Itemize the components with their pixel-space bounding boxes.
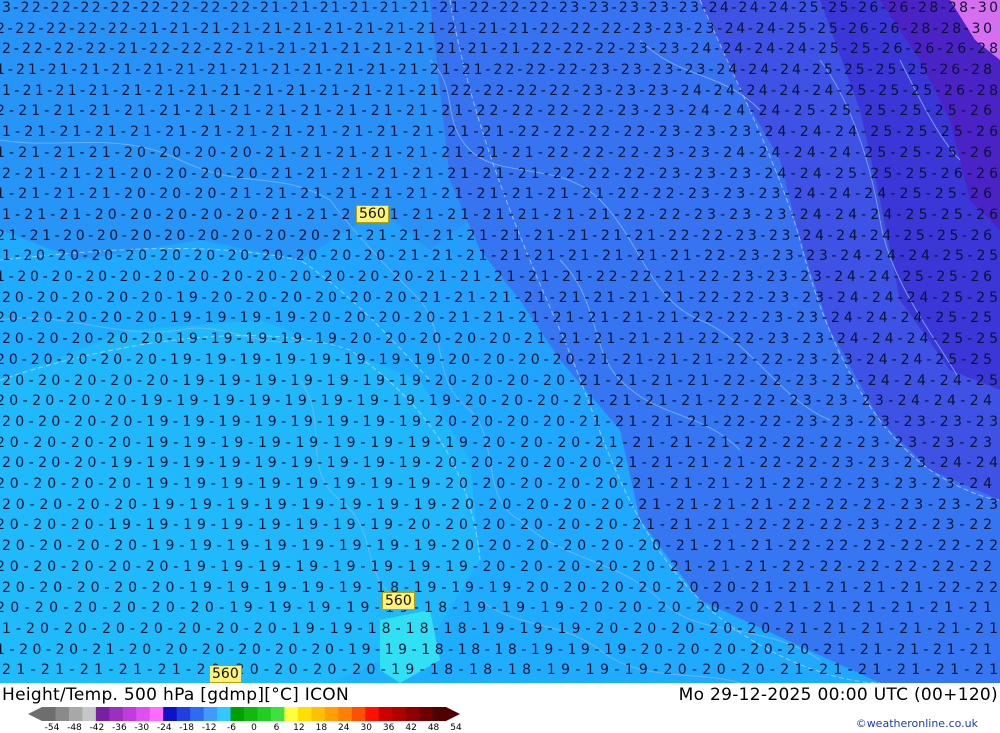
temperature-label-row: 21-21-20-20-20-20-20-20-20-20-21-21-21-2… — [0, 228, 992, 244]
scale-swatch — [378, 707, 393, 721]
scale-tick-label: -6 — [227, 723, 237, 733]
scale-swatch — [338, 707, 353, 721]
scale-swatch — [109, 707, 124, 721]
scale-tick-label: 48 — [427, 723, 440, 733]
scale-tick-label: -48 — [67, 723, 82, 733]
scale-swatch — [190, 707, 205, 721]
temperature-label-row: 20-20-20-20-19-19-19-19-19-19-19-19-19-2… — [0, 393, 992, 409]
scale-tick-label: -42 — [89, 723, 105, 733]
temperature-label-row: 1-21-21-21-21-21-21-21-21-21-21-21-21-21… — [0, 62, 992, 78]
geopotential-label: 560 — [382, 592, 415, 610]
scale-swatch — [432, 707, 447, 721]
temperature-label-row: 2-21-21-21-20-20-20-20-21-21-21-21-21-21… — [2, 166, 998, 182]
scale-tick-label: 36 — [382, 723, 395, 733]
scale-swatch — [82, 707, 97, 721]
scale-tick-label: 18 — [315, 723, 328, 733]
scale-tick-label: 42 — [405, 723, 417, 733]
temperature-label-row: 1-20-20-21-20-20-20-20-20-20-19-19-18-18… — [0, 642, 992, 658]
scale-tick-label: 24 — [338, 723, 350, 733]
scale-swatch — [419, 707, 434, 721]
credit-link[interactable]: ©weatheronline.co.uk — [856, 717, 978, 730]
scale-tick-label: -54 — [44, 723, 60, 733]
scale-tick-label: 30 — [360, 723, 372, 733]
valid-time: Mo 29-12-2025 00:00 UTC (00+120) — [678, 685, 998, 705]
map-title: Height/Temp. 500 hPa [gdmp][°C] ICON — [2, 685, 349, 705]
scale-swatch — [176, 707, 191, 721]
scale-swatch — [163, 707, 178, 721]
geopotential-label: 560 — [356, 205, 389, 223]
temperature-label-row: 20-20-20-20-19-19-19-19-19-19-19-19-20-2… — [2, 414, 998, 430]
map-canvas: 3-22-22-22-22-22-22-22-22-21-21-21-21-21… — [0, 0, 1000, 683]
scale-swatch — [257, 707, 272, 721]
geopotential-label: 560 — [209, 665, 242, 683]
scale-swatch — [136, 707, 151, 721]
temperature-label-row: 21-21-21-21-21-20-20-20-20-20-19-18-18-1… — [2, 662, 998, 678]
scale-tick-label: -12 — [201, 723, 217, 733]
temperature-label-row: 1-20-20-20-20-20-20-20-20-20-20-20-21-21… — [2, 248, 998, 264]
scale-tick-label: -36 — [111, 723, 127, 733]
temperature-label-row: 1-21-21-21-21-21-21-21-21-21-21-21-21-21… — [2, 124, 998, 140]
scale-swatch — [95, 707, 110, 721]
scale-swatch — [324, 707, 339, 721]
scale-swatch — [122, 707, 137, 721]
scale-swatch — [365, 707, 380, 721]
weather-map: 3-22-22-22-22-22-22-22-22-21-21-21-21-21… — [0, 0, 1000, 683]
temperature-label-row: 20-20-20-20-20-19-19-19-19-20-20-20-20-2… — [0, 310, 992, 326]
scale-swatch — [392, 707, 407, 721]
scale-swatch — [230, 707, 245, 721]
scale-swatch — [270, 707, 285, 721]
scale-swatch — [297, 707, 312, 721]
scale-tick-label: -30 — [134, 723, 150, 733]
temperature-label-row: 20-20-20-20-20-19-19-19-19-19-19-19-20-2… — [2, 373, 998, 389]
scale-swatch — [351, 707, 366, 721]
scale-swatch — [68, 707, 83, 721]
scale-tick-label: 0 — [251, 723, 257, 733]
scale-swatch — [55, 707, 70, 721]
scale-swatch — [149, 707, 164, 721]
scale-swatch — [311, 707, 326, 721]
scale-arrow-left — [28, 707, 42, 721]
map-footer: Height/Temp. 500 hPa [gdmp][°C] ICON Mo … — [0, 683, 1000, 733]
scale-tick-label: 6 — [273, 723, 280, 733]
scale-tick-label: 54 — [450, 723, 462, 733]
scale-ticks: -54 -48 -42 -36 -30 -24 -18 -12 -6 0 6 12 18 24 30 36 42… — [30, 723, 470, 733]
scale-swatch — [203, 707, 218, 721]
temperature-label-row: 20-20-20-19-19-19-19-19-19-19-19-19-20-2… — [2, 455, 998, 471]
scale-swatch — [284, 707, 299, 721]
scale-swatch — [42, 707, 56, 721]
scale-swatch — [217, 707, 232, 721]
scale-tick-label: 12 — [293, 723, 305, 733]
scale-tick-label: -18 — [179, 723, 195, 733]
temperature-label-row: 20-20-20-20-20-19-19-19-19-19-19-19-19-2… — [0, 352, 992, 368]
scale-arrow-right — [446, 707, 460, 721]
scale-swatch — [405, 707, 420, 721]
scale-tick-label: -24 — [156, 723, 172, 733]
scale-swatch — [244, 707, 258, 721]
temperature-label-row: 1-21-21-20-20-20-20-20-21-21-2 1-21-21-21… — [2, 207, 998, 223]
color-scale — [28, 707, 460, 721]
